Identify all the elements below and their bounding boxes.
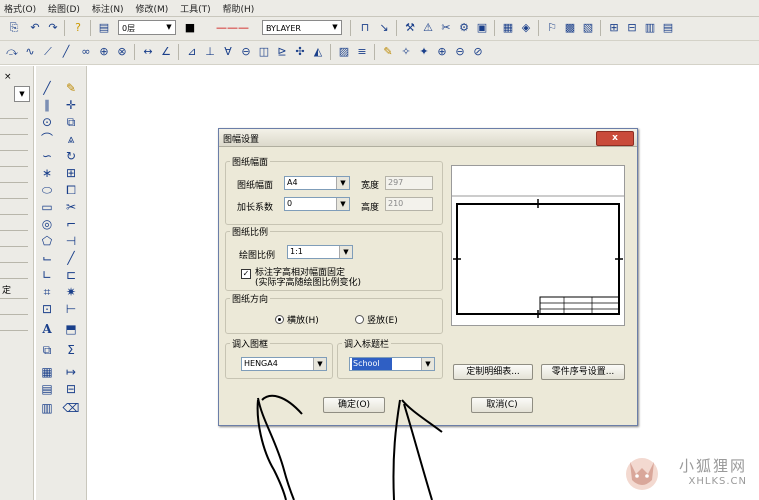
fox-logo-icon [626,458,658,490]
watermark-text: 小狐狸网 [678,457,747,475]
handdrawn-annotation [256,394,443,500]
watermark-url: XHLKS.CN [688,476,747,487]
